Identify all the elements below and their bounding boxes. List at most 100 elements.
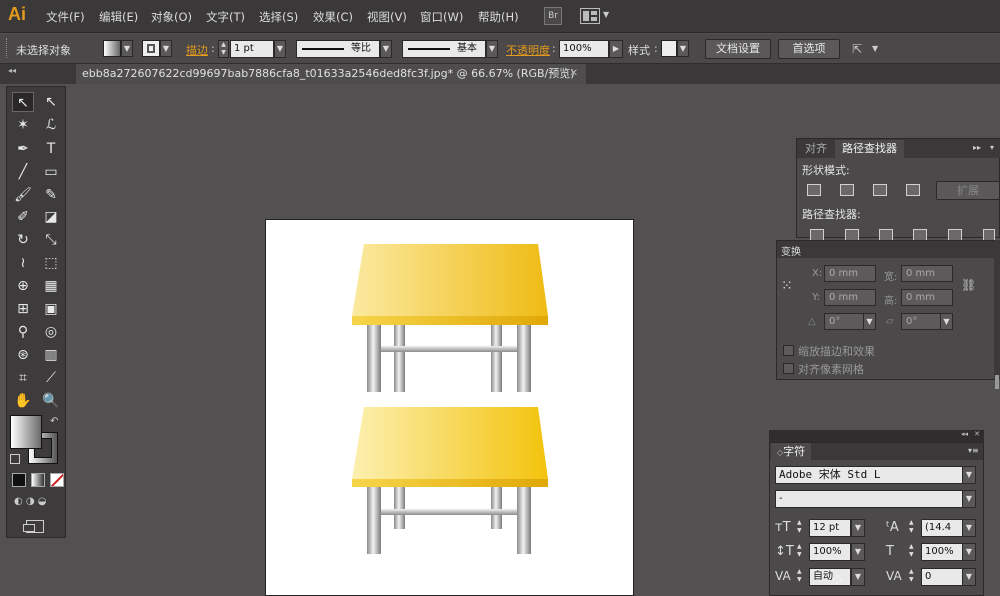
intersect-icon[interactable] bbox=[873, 184, 887, 196]
shear-field[interactable]: 0° bbox=[901, 313, 941, 330]
leading-dropdown-icon[interactable]: ▼ bbox=[962, 519, 976, 537]
gradient-tool-icon[interactable]: ▣ bbox=[40, 299, 62, 319]
free-transform-tool-icon[interactable]: ⬚ bbox=[40, 253, 62, 273]
graphic-style-dropdown-icon[interactable]: ▼ bbox=[677, 40, 689, 57]
arrange-documents-icon[interactable] bbox=[580, 8, 600, 24]
profile-dropdown-icon[interactable]: ▼ bbox=[380, 40, 392, 58]
brush-definition[interactable]: 基本 bbox=[402, 40, 486, 58]
vertical-scale-dropdown-icon[interactable]: ▼ bbox=[851, 543, 865, 561]
horizontal-scale-dropdown-icon[interactable]: ▼ bbox=[962, 543, 976, 561]
unite-icon[interactable] bbox=[807, 184, 821, 196]
shape-builder-tool-icon[interactable]: ⊕ bbox=[12, 276, 34, 296]
opacity-field[interactable]: 100% bbox=[559, 40, 609, 58]
font-size-dropdown-icon[interactable]: ▼ bbox=[851, 519, 865, 537]
direct-selection-tool-icon[interactable]: ↖ bbox=[40, 92, 62, 112]
menu-type[interactable]: 文字(T) bbox=[206, 9, 245, 25]
stroke-weight-field[interactable]: 1 pt bbox=[230, 40, 274, 58]
swap-fill-stroke-icon[interactable]: ↶ bbox=[50, 416, 58, 427]
panel-scrollbar[interactable] bbox=[994, 240, 1000, 389]
horizontal-scale-field[interactable]: 100% bbox=[921, 543, 963, 561]
line-tool-icon[interactable]: ╱ bbox=[12, 162, 34, 182]
document-setup-button[interactable]: 文档设置 bbox=[705, 39, 771, 59]
hand-tool-icon[interactable]: ✋ bbox=[12, 391, 34, 411]
tracking-field[interactable]: 0 bbox=[921, 568, 963, 586]
character-panel-menu-icon[interactable]: ▾≡ bbox=[968, 446, 979, 455]
stroke-weight-stepper[interactable]: ▲ ▼ bbox=[218, 40, 229, 58]
rotate-angle-dropdown-icon[interactable]: ▼ bbox=[863, 313, 876, 330]
bridge-button[interactable]: Br bbox=[544, 7, 562, 25]
symbol-sprayer-tool-icon[interactable]: ⊛ bbox=[12, 345, 34, 365]
eraser-tool-icon[interactable]: ◪ bbox=[40, 207, 62, 227]
vertical-scale-field[interactable]: 100% bbox=[809, 543, 851, 561]
type-tool-icon[interactable]: T bbox=[40, 139, 62, 159]
exclude-icon[interactable] bbox=[906, 184, 920, 196]
magic-wand-tool-icon[interactable]: ✶ bbox=[12, 115, 34, 135]
font-family-dropdown-icon[interactable]: ▼ bbox=[962, 466, 976, 484]
tracking-dropdown-icon[interactable]: ▼ bbox=[962, 568, 976, 586]
constrain-proportions-icon[interactable]: ⛓ bbox=[961, 278, 976, 292]
slice-tool-icon[interactable]: ⟋ bbox=[40, 368, 62, 388]
fill-color-box[interactable] bbox=[10, 415, 42, 449]
font-size-stepper[interactable]: ▲ ▼ bbox=[797, 519, 807, 537]
tab-pathfinder[interactable]: 路径查找器 bbox=[835, 140, 904, 158]
panel-menu-icon[interactable]: ▾ bbox=[990, 143, 994, 152]
tab-align[interactable]: 对齐 bbox=[798, 140, 834, 158]
arrange-dropdown-icon[interactable]: ▼ bbox=[603, 10, 609, 19]
artboard-tool-icon[interactable]: ⌗ bbox=[12, 368, 34, 388]
stroke-label[interactable]: 描边 bbox=[186, 42, 208, 58]
kerning-stepper[interactable]: ▲ ▼ bbox=[797, 568, 807, 586]
height-field[interactable]: 0 mm bbox=[901, 289, 953, 306]
pencil-tool-icon[interactable]: ✎ bbox=[40, 185, 62, 205]
menu-edit[interactable]: 编辑(E) bbox=[99, 9, 138, 25]
expand-button[interactable]: 扩展 bbox=[936, 181, 1000, 200]
blend-tool-icon[interactable]: ◎ bbox=[40, 322, 62, 342]
leading-field[interactable]: (14.4 bbox=[921, 519, 963, 537]
transform-panel-title[interactable]: 变换 bbox=[781, 243, 801, 258]
rectangle-tool-icon[interactable]: ▭ bbox=[40, 162, 62, 182]
font-style-dropdown-icon[interactable]: ▼ bbox=[962, 490, 976, 508]
document-tab[interactable]: ebb8a272607622cd99697bab7886cfa8_t01633a… bbox=[76, 64, 586, 84]
fill-dropdown-icon[interactable]: ▼ bbox=[121, 40, 133, 57]
align-pixel-grid-checkbox[interactable] bbox=[783, 363, 794, 374]
font-size-field[interactable]: 12 pt bbox=[809, 519, 851, 537]
leading-stepper[interactable]: ▲ ▼ bbox=[909, 519, 919, 537]
tracking-stepper[interactable]: ▲ ▼ bbox=[909, 568, 919, 586]
rotate-tool-icon[interactable]: ↻ bbox=[12, 230, 34, 250]
menu-window[interactable]: 窗口(W) bbox=[420, 9, 463, 25]
opacity-label[interactable]: 不透明度 bbox=[506, 42, 550, 58]
warp-tool-icon[interactable]: ≀ bbox=[12, 253, 34, 273]
minus-front-icon[interactable] bbox=[840, 184, 854, 196]
table-top-lower[interactable] bbox=[352, 407, 548, 487]
variable-width-profile[interactable]: 等比 bbox=[296, 40, 380, 58]
stroke-dropdown-icon[interactable]: ▼ bbox=[160, 40, 172, 57]
default-colors-icon[interactable] bbox=[10, 454, 20, 464]
table-legs-lower[interactable] bbox=[367, 487, 531, 554]
scale-tool-icon[interactable]: ⤡ bbox=[40, 230, 62, 250]
table-legs-upper[interactable] bbox=[367, 325, 531, 392]
fill-swatch-icon[interactable] bbox=[103, 40, 121, 57]
character-panel-collapse-icon[interactable]: ◂◂ bbox=[961, 430, 968, 438]
gradient-mode-icon[interactable] bbox=[31, 473, 45, 487]
control-bar-grip[interactable] bbox=[6, 38, 9, 58]
color-mode-icon[interactable] bbox=[12, 473, 26, 487]
menu-view[interactable]: 视图(V) bbox=[367, 9, 407, 25]
y-field[interactable]: 0 mm bbox=[824, 289, 876, 306]
scale-strokes-checkbox[interactable] bbox=[783, 345, 794, 356]
preferences-button[interactable]: 首选项 bbox=[778, 39, 840, 59]
lasso-tool-icon[interactable]: ℒ bbox=[40, 115, 62, 135]
menu-help[interactable]: 帮助(H) bbox=[478, 9, 519, 25]
font-family-field[interactable]: Adobe 宋体 Std L bbox=[775, 466, 963, 484]
vertical-scale-stepper[interactable]: ▲ ▼ bbox=[797, 543, 807, 561]
close-tab-icon[interactable]: ✕ bbox=[570, 64, 578, 84]
menu-file[interactable]: 文件(F) bbox=[46, 9, 85, 25]
none-mode-icon[interactable] bbox=[50, 473, 64, 487]
table-top-upper[interactable] bbox=[352, 244, 548, 325]
perspective-grid-tool-icon[interactable]: ▦ bbox=[40, 276, 62, 296]
opacity-dropdown-icon[interactable]: ▶ bbox=[609, 40, 623, 58]
paintbrush-tool-icon[interactable]: 🖌 bbox=[12, 185, 34, 205]
blob-brush-tool-icon[interactable]: ✐ bbox=[12, 207, 34, 227]
eyedropper-tool-icon[interactable]: ⚲ bbox=[12, 322, 34, 342]
menu-effect[interactable]: 效果(C) bbox=[313, 9, 353, 25]
x-field[interactable]: 0 mm bbox=[824, 265, 876, 282]
shear-dropdown-icon[interactable]: ▼ bbox=[940, 313, 953, 330]
